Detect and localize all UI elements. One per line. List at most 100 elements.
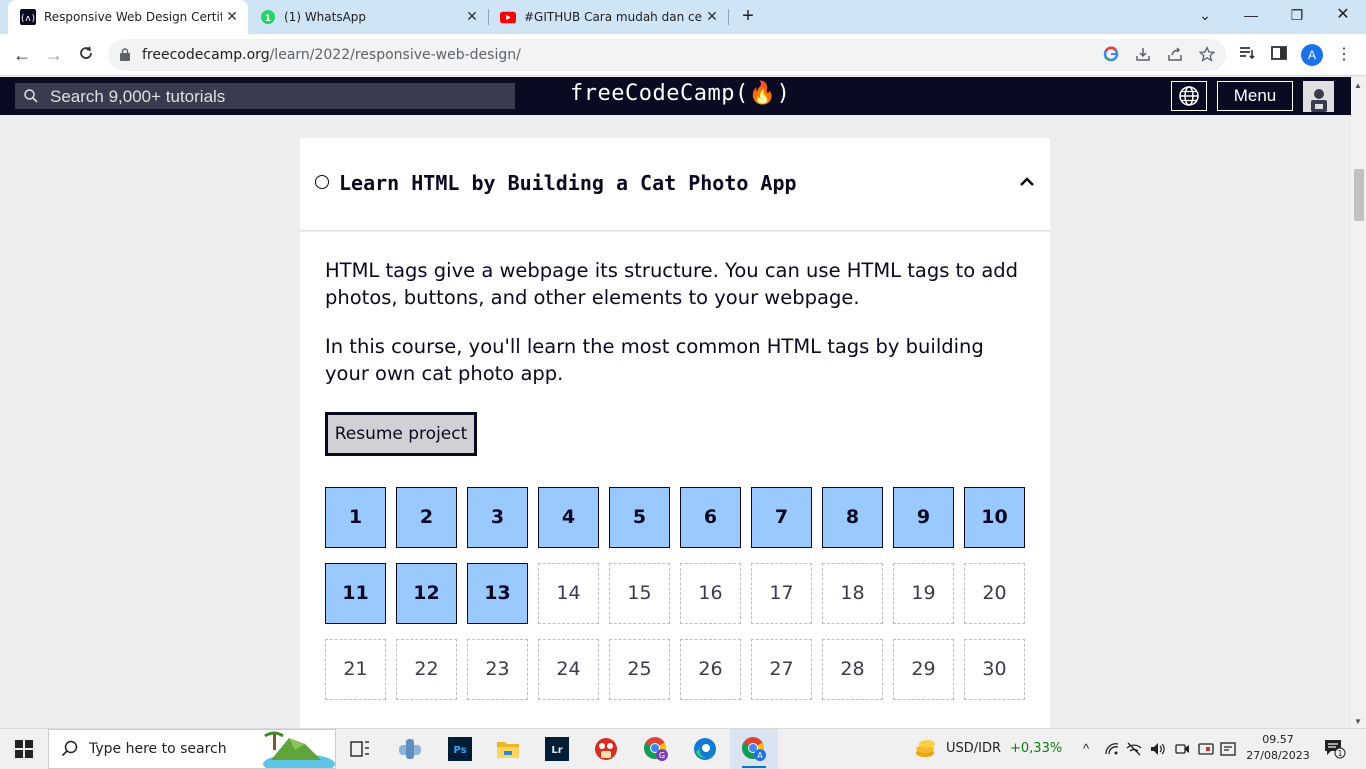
svg-text:A: A: [757, 751, 763, 760]
input-indicator-icon[interactable]: [1198, 741, 1214, 757]
step-button[interactable]: 26: [680, 639, 741, 700]
reading-list-icon[interactable]: [1238, 44, 1258, 64]
step-completed-button[interactable]: 1: [325, 487, 386, 548]
step-button[interactable]: 24: [538, 639, 599, 700]
step-button[interactable]: 17: [751, 563, 812, 624]
step-completed-button[interactable]: 5: [609, 487, 670, 548]
photoshop-icon[interactable]: Ps: [446, 735, 474, 763]
step-button[interactable]: 25: [609, 639, 670, 700]
menu-button[interactable]: Menu: [1217, 81, 1293, 111]
system-clock[interactable]: 09.57 27/08/2023: [1241, 732, 1315, 764]
step-button[interactable]: 29: [893, 639, 954, 700]
fcc-navbar: Search 9,000+ tutorials freeCodeCamp(🔥) …: [0, 77, 1351, 115]
close-tab-icon[interactable]: ✕: [462, 9, 482, 25]
caret-up-icon[interactable]: [1018, 173, 1036, 191]
address-bar[interactable]: freecodecamp.org/learn/2022/responsive-w…: [108, 39, 1226, 71]
reload-icon[interactable]: [74, 43, 98, 67]
step-completed-button[interactable]: 11: [325, 563, 386, 624]
more-options-icon[interactable]: ⋮: [1336, 44, 1352, 66]
restore-button[interactable]: ❐: [1274, 0, 1320, 30]
resume-project-button[interactable]: Resume project: [325, 412, 477, 456]
share-icon[interactable]: [1167, 46, 1185, 64]
bookmark-star-icon[interactable]: [1198, 45, 1217, 64]
lock-icon[interactable]: [120, 48, 130, 66]
file-explorer-icon[interactable]: [494, 735, 522, 763]
step-button[interactable]: 14: [538, 563, 599, 624]
close-tab-icon[interactable]: ✕: [702, 9, 722, 25]
fcc-logo[interactable]: freeCodeCamp(🔥): [570, 81, 790, 106]
taskbar-search-input[interactable]: Type here to search: [48, 729, 336, 769]
install-app-icon[interactable]: [1135, 46, 1153, 64]
step-completed-button[interactable]: 2: [396, 487, 457, 548]
new-tab-button[interactable]: +: [737, 5, 759, 27]
chrome-profile-g-icon[interactable]: G: [642, 735, 670, 763]
search-icon: [61, 740, 79, 763]
game-app-icon[interactable]: [592, 735, 620, 763]
step-button[interactable]: 20: [964, 563, 1025, 624]
volume-icon[interactable]: [1150, 741, 1166, 757]
tab-whatsapp[interactable]: 1 (1) WhatsApp ✕: [248, 0, 488, 34]
step-button[interactable]: 22: [396, 639, 457, 700]
tab-search-chevron-icon[interactable]: ⌄: [1182, 0, 1228, 30]
step-button[interactable]: 18: [822, 563, 883, 624]
step-completed-button[interactable]: 10: [964, 487, 1025, 548]
scrollbar-thumb[interactable]: [1354, 169, 1364, 221]
page-scrollbar[interactable]: ▲ ▼: [1351, 77, 1366, 728]
tab-separator: [728, 9, 729, 25]
step-button[interactable]: 28: [822, 639, 883, 700]
meet-now-icon[interactable]: [1174, 741, 1190, 757]
currency-change: +0,33%: [1010, 741, 1063, 756]
profile-avatar[interactable]: A: [1301, 44, 1323, 66]
currency-pair: USD/IDR: [946, 741, 1002, 756]
stock-coins-icon[interactable]: [912, 735, 940, 763]
search-icon: [23, 88, 39, 109]
lightroom-icon[interactable]: Lr: [543, 735, 571, 763]
step-button[interactable]: 23: [467, 639, 528, 700]
scroll-up-arrow-icon[interactable]: ▲: [1354, 81, 1362, 90]
step-completed-button[interactable]: 12: [396, 563, 457, 624]
tab-responsive-web-design[interactable]: (ʌ) Responsive Web Design Certificat ✕: [8, 0, 248, 34]
step-completed-button[interactable]: 7: [751, 487, 812, 548]
search-highlight-illustration-icon: [263, 731, 335, 768]
youtube-icon: [500, 9, 516, 25]
step-button[interactable]: 30: [964, 639, 1025, 700]
windows-taskbar: Type here to search Ps Lr G A USD/IDR +0…: [0, 728, 1366, 769]
edge-browser-icon[interactable]: [691, 735, 719, 763]
search-input[interactable]: Search 9,000+ tutorials: [15, 83, 515, 109]
forward-arrow-icon[interactable]: →: [42, 43, 66, 67]
step-completed-button[interactable]: 3: [467, 487, 528, 548]
show-hidden-icons-chevron-icon[interactable]: ^: [1078, 741, 1094, 757]
task-view-icon[interactable]: [346, 735, 374, 763]
wifi-icon[interactable]: [1104, 741, 1120, 757]
back-arrow-icon[interactable]: ←: [10, 43, 34, 67]
minimize-button[interactable]: —: [1228, 0, 1274, 30]
step-completed-button[interactable]: 13: [467, 563, 528, 624]
scroll-down-arrow-icon[interactable]: ▼: [1354, 717, 1362, 726]
tab-youtube[interactable]: #GITHUB Cara mudah dan cepat ✕: [488, 0, 728, 34]
incomplete-circle-icon: [315, 175, 329, 189]
browser-toolbar: ← → freecodecamp.org/learn/2022/responsi…: [0, 34, 1366, 76]
notification-center-icon[interactable]: 1: [1324, 739, 1346, 759]
step-completed-button[interactable]: 9: [893, 487, 954, 548]
windows-start-icon[interactable]: [0, 729, 48, 769]
block-header[interactable]: Learn HTML by Building a Cat Photo App: [300, 138, 1050, 231]
close-tab-icon[interactable]: ✕: [222, 9, 242, 25]
step-button[interactable]: 21: [325, 639, 386, 700]
side-panel-icon[interactable]: [1270, 44, 1290, 64]
step-completed-button[interactable]: 8: [822, 487, 883, 548]
close-window-button[interactable]: ✕: [1320, 0, 1366, 30]
step-button[interactable]: 19: [893, 563, 954, 624]
main-content: Learn HTML by Building a Cat Photo App H…: [0, 115, 1351, 728]
step-button[interactable]: 15: [609, 563, 670, 624]
chrome-profile-a-icon[interactable]: A: [740, 735, 768, 768]
step-button[interactable]: 27: [751, 639, 812, 700]
user-avatar[interactable]: [1303, 81, 1334, 112]
language-globe-button[interactable]: [1171, 81, 1207, 111]
network-icon[interactable]: [1126, 741, 1142, 757]
language-icon[interactable]: [1220, 741, 1236, 757]
widgets-app-icon[interactable]: [396, 735, 424, 763]
step-completed-button[interactable]: 6: [680, 487, 741, 548]
google-icon[interactable]: [1103, 46, 1121, 64]
step-completed-button[interactable]: 4: [538, 487, 599, 548]
step-button[interactable]: 16: [680, 563, 741, 624]
